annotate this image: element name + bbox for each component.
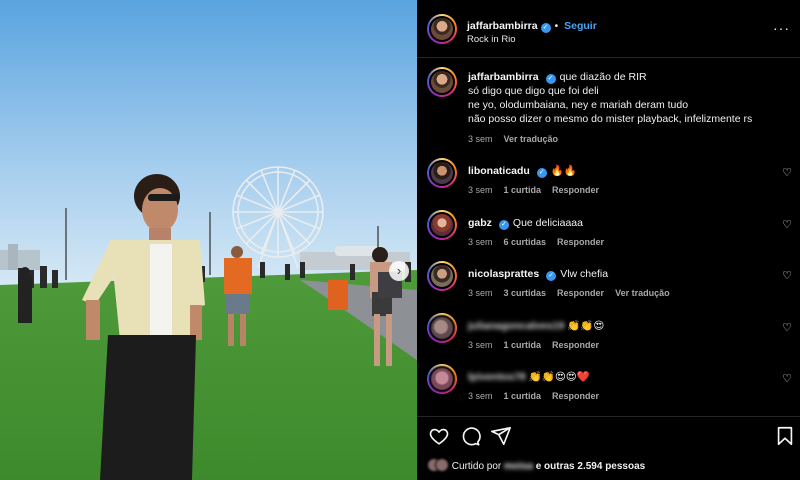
comment-heart-icon[interactable]: ♡: [782, 166, 792, 179]
liker-username[interactable]: moisa: [504, 461, 533, 472]
comment-time: 3 sem: [468, 185, 493, 195]
caption-line: que diazão de RIR: [559, 71, 647, 83]
reply-button[interactable]: Responder: [552, 391, 599, 401]
commenter-avatar[interactable]: [427, 364, 457, 394]
comment-heart-icon[interactable]: ♡: [782, 372, 792, 385]
comment-time: 3 sem: [468, 340, 493, 350]
comment-time: 3 sem: [468, 288, 493, 298]
caption-username[interactable]: jaffarbambirra: [468, 71, 539, 83]
commenter-avatar[interactable]: [427, 210, 457, 240]
reply-button[interactable]: Responder: [557, 288, 604, 298]
reply-button[interactable]: Responder: [552, 340, 599, 350]
see-translation-link[interactable]: Ver tradução: [504, 134, 559, 144]
verified-badge-icon: ✓: [546, 271, 557, 281]
comment-text: Que deliciaaaa: [512, 217, 583, 229]
post-side-panel: jaffarbambirra ✓ • Seguir Rock in Rio ··· j…: [417, 0, 800, 480]
comment-likes[interactable]: 1 curtida: [504, 340, 542, 350]
comment-text: Vlw chefia: [560, 268, 609, 280]
verified-badge-icon: ✓: [498, 220, 509, 230]
comment-item: libonaticadu ✓ 🔥🔥 3 sem 1 curtida Responder …: [427, 158, 792, 202]
comment-likes[interactable]: 1 curtida: [504, 391, 542, 401]
rock-in-rio-photo: [0, 0, 417, 480]
likes-summary: Curtido por moisa e outras 2.594 pessoas: [427, 458, 645, 472]
author-avatar[interactable]: [427, 14, 457, 44]
reply-button[interactable]: Responder: [552, 185, 599, 195]
comment-item: nicolasprattes ✓ Vlw chefia 3 sem 3 curtida…: [427, 261, 792, 305]
next-photo-button[interactable]: ›: [389, 261, 409, 281]
post-caption: jaffarbambirra ✓ que diazão de RIR só digo…: [427, 67, 792, 147]
heart-icon[interactable]: [428, 425, 450, 447]
more-options-icon[interactable]: ···: [773, 20, 790, 36]
caption-line: só digo que digo que foi deli: [468, 85, 599, 97]
comment-icon[interactable]: [459, 425, 481, 447]
commenter-username[interactable]: nicolasprattes: [468, 268, 539, 280]
likes-count[interactable]: e outras 2.594 pessoas: [536, 461, 646, 472]
caption-line: ne yo, olodumbaiana, ney e mariah deram …: [468, 99, 689, 111]
caption-time: 3 sem: [468, 134, 493, 144]
likes-prefix: Curtido por: [451, 461, 502, 472]
comment-text: 🔥🔥: [550, 165, 577, 177]
commenter-username[interactable]: gabz: [468, 217, 492, 229]
comment-likes[interactable]: 1 curtida: [504, 185, 542, 195]
comment-item: lpiventos78 👏👏😍😍❤️ 3 sem 1 curtida Respond…: [427, 364, 792, 408]
post-action-bar: [417, 416, 800, 456]
comment-time: 3 sem: [468, 391, 493, 401]
liker-avatar: [435, 458, 449, 472]
caption-line: não posso dizer o mesmo do mister playba…: [468, 113, 753, 125]
commenter-username[interactable]: lpiventos78: [468, 371, 526, 383]
commenter-username[interactable]: libonaticadu: [468, 165, 530, 177]
comment-heart-icon[interactable]: ♡: [782, 269, 792, 282]
comment-heart-icon[interactable]: ♡: [782, 218, 792, 231]
commenter-username[interactable]: julianagoncalves19: [468, 320, 564, 332]
share-icon[interactable]: [490, 425, 512, 447]
commenter-avatar[interactable]: [427, 313, 457, 343]
follow-button[interactable]: Seguir: [564, 20, 597, 32]
comment-item: julianagoncalves19 👏👏😍 3 sem 1 curtida Res…: [427, 313, 792, 357]
verified-badge-icon: ✓: [545, 74, 556, 84]
see-translation-link[interactable]: Ver tradução: [615, 288, 670, 298]
comment-likes[interactable]: 6 curtidas: [504, 237, 547, 247]
comment-text: 👏👏😍😍❤️: [528, 371, 590, 383]
commenter-avatar[interactable]: [427, 261, 457, 291]
verified-badge-icon: ✓: [540, 23, 551, 33]
commenter-avatar[interactable]: [427, 158, 457, 188]
post-header: jaffarbambirra ✓ • Seguir Rock in Rio ···: [417, 0, 800, 58]
bookmark-icon[interactable]: [774, 425, 796, 447]
caption-author-avatar[interactable]: [427, 67, 457, 97]
verified-badge-icon: ✓: [536, 168, 547, 178]
post-location[interactable]: Rock in Rio: [467, 34, 516, 45]
author-username[interactable]: jaffarbambirra: [467, 20, 538, 32]
reply-button[interactable]: Responder: [557, 237, 604, 247]
comment-likes[interactable]: 3 curtidas: [504, 288, 547, 298]
chevron-right-icon: ›: [396, 263, 402, 278]
comment-text: 👏👏😍: [567, 320, 605, 332]
post-photo[interactable]: ›: [0, 0, 417, 480]
separator-dot: •: [554, 21, 559, 32]
comment-heart-icon[interactable]: ♡: [782, 321, 792, 334]
comment-item: gabz ✓ Que deliciaaaa 3 sem 6 curtidas Respo…: [427, 210, 792, 254]
comment-time: 3 sem: [468, 237, 493, 247]
